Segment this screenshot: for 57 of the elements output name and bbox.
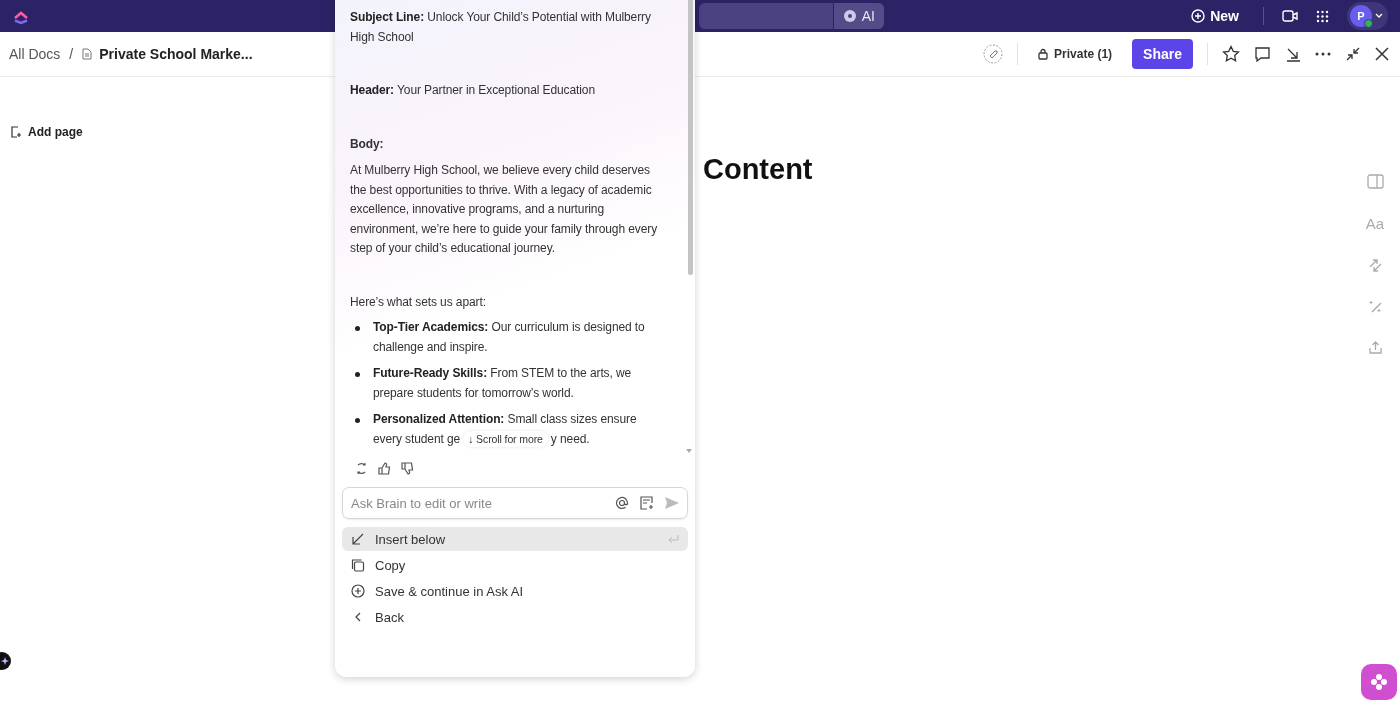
- regenerate-icon[interactable]: [355, 462, 368, 475]
- insert-arrow-icon: [351, 533, 365, 545]
- new-button[interactable]: New: [1185, 7, 1245, 25]
- document-name[interactable]: Private School Marke...: [99, 46, 253, 62]
- copy-icon: [351, 558, 365, 572]
- avatar-button[interactable]: P: [1347, 2, 1388, 30]
- paragraph: At Mulberry High School, we believe every child deserves the best opportunities to thrive. With a legacy of academic excellence, innovative programs, and a nurturing environment, we’re here to guide your family through every step of your child’s educational journey.: [350, 162, 659, 257]
- privacy-button[interactable]: Private (1): [1032, 46, 1119, 62]
- thumbs-up-icon[interactable]: [378, 462, 391, 475]
- comment-icon[interactable]: [1254, 45, 1271, 63]
- mention-icon[interactable]: [615, 496, 629, 510]
- star-icon[interactable]: [1222, 45, 1240, 63]
- ai-button[interactable]: AI: [832, 3, 884, 29]
- bullet-text: Future-Ready Skills: From STEM to the arts, we prepare students for tomorrow’s world.: [373, 365, 633, 402]
- add-page-button[interactable]: Add page: [10, 125, 83, 139]
- breadcrumb-separator: /: [69, 46, 74, 62]
- prompt-field[interactable]: Ask Brain to edit or write: [342, 487, 688, 519]
- download-icon[interactable]: [1285, 46, 1301, 62]
- bullet-text: Personalized Attention: Small class sizes ensure every student ge ↓ Scroll for more y need.: [373, 411, 638, 449]
- share-button[interactable]: Share: [1132, 39, 1193, 69]
- video-icon[interactable]: [1282, 10, 1298, 22]
- more-icon[interactable]: [1315, 52, 1331, 56]
- collapse-icon[interactable]: [1345, 46, 1361, 62]
- scroll-hint[interactable]: ↓ Scroll for more: [463, 430, 548, 447]
- menu-item[interactable]: Back: [342, 605, 688, 629]
- bullet-dot: [355, 326, 360, 331]
- close-icon[interactable]: [1375, 47, 1389, 61]
- bullet-dot: [355, 418, 360, 423]
- lock-icon: [1038, 48, 1049, 60]
- document-icon: [82, 48, 93, 60]
- return-key-icon: [668, 534, 679, 544]
- breadcrumb-link[interactable]: All Docs: [9, 46, 61, 62]
- add-page-icon: [10, 126, 22, 138]
- menu-item[interactable]: Copy: [342, 553, 688, 577]
- menu-item[interactable]: Save & continue in Ask AI: [342, 579, 688, 603]
- flower-icon: [842, 9, 857, 23]
- plus-circle-icon: [351, 584, 365, 598]
- thumbs-down-icon[interactable]: [401, 462, 414, 475]
- tag-icon[interactable]: [983, 44, 1004, 64]
- field-text: Header: Your Partner in Exceptional Education: [350, 82, 596, 99]
- paragraph: Here’s what sets us apart:: [350, 293, 487, 311]
- field-text: Subject Line: Unlock Your Child’s Potential with Mulberry High School: [350, 9, 652, 46]
- sparkle-icon: [1, 657, 9, 665]
- note-add-icon[interactable]: [640, 496, 654, 510]
- chevron-down-icon: [1375, 13, 1383, 19]
- help-button[interactable]: [1361, 664, 1397, 700]
- body-label: Body:: [350, 135, 385, 153]
- flower-icon: [1370, 673, 1388, 691]
- apps-grid-icon[interactable]: [1316, 9, 1329, 23]
- bullet-text: y need.: [550, 431, 590, 446]
- plus-circle-icon: [1191, 9, 1206, 23]
- menu-item[interactable]: Insert below: [342, 527, 688, 551]
- bullet-text: Top-Tier Academics: Our curriculum is designed to challenge and inspire.: [373, 319, 646, 356]
- bullet-dot: [355, 372, 360, 377]
- prompt-input[interactable]: Ask Brain to edit or write: [351, 495, 604, 511]
- search-bar[interactable]: AI: [699, 3, 884, 29]
- document-title: Content: [703, 153, 814, 186]
